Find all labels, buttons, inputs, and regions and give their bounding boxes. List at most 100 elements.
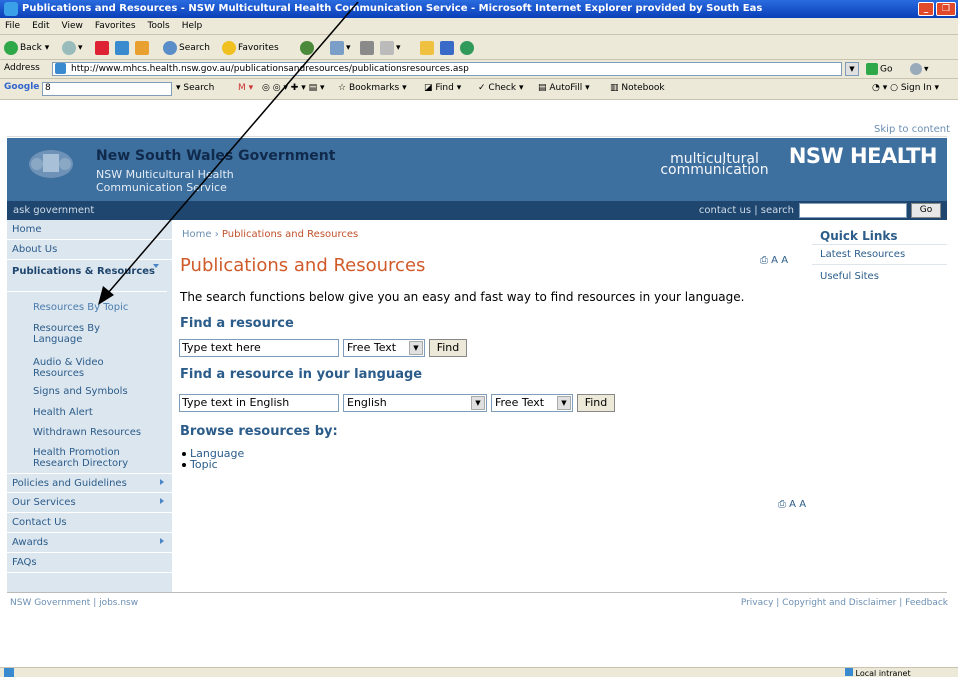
address-dropdown[interactable]: ▼ <box>845 62 859 76</box>
browse-topic-link[interactable]: Topic <box>182 459 244 470</box>
back-button[interactable]: Back ▾ <box>4 40 49 56</box>
nav-about-us[interactable]: About Us <box>7 240 172 260</box>
quick-link-useful[interactable]: Useful Sites <box>820 271 879 282</box>
page-status-icon <box>4 668 14 677</box>
resource-search-input[interactable]: Type text here <box>179 339 339 357</box>
dropdown-arrow-icon: ▼ <box>409 341 423 355</box>
menu-bar: File Edit View Favorites Tools Help <box>0 18 958 35</box>
address-bar: Address http://www.mhcs.health.nsw.gov.a… <box>0 60 958 79</box>
messenger-button[interactable] <box>460 40 476 56</box>
printer-icon <box>360 40 374 55</box>
stop-button[interactable] <box>95 40 111 56</box>
menu-view[interactable]: View <box>62 21 83 31</box>
multicultural-logo: multicultural communication <box>660 151 769 178</box>
media-button[interactable] <box>300 40 316 56</box>
search-button[interactable]: Search <box>163 40 210 56</box>
notebook-button[interactable]: ▥ Notebook <box>610 83 665 93</box>
forward-button[interactable]: ▾ <box>62 40 83 56</box>
top-navigation-bar: ask government contact us | search Go <box>7 201 947 220</box>
nav-health-promotion[interactable]: Health Promotion Research Directory <box>7 447 157 469</box>
nav-contact-us[interactable]: Contact Us <box>7 513 172 533</box>
site-banner: New South Wales Government NSW Multicult… <box>7 138 947 201</box>
folder-button[interactable] <box>420 40 436 56</box>
sign-in-button[interactable]: ◔ ▾ ○ Sign In ▾ <box>872 83 939 93</box>
footer-right-links[interactable]: Privacy | Copyright and Disclaimer | Fee… <box>741 598 948 608</box>
links-button[interactable]: ▾ <box>910 63 929 75</box>
google-toolbar: Google 8 ▾ Search M ▾ ◎ ◎ ▾ ✚ ▾ ▤ ▾ ☆ Bo… <box>0 79 958 100</box>
browse-heading: Browse resources by: <box>180 424 338 439</box>
breadcrumb-home[interactable]: Home <box>182 229 212 240</box>
nav-awards[interactable]: Awards <box>7 533 172 553</box>
language-select[interactable]: English ▼ <box>343 394 487 412</box>
intro-text: The search functions below give you an e… <box>180 290 745 304</box>
back-arrow-icon <box>4 40 18 55</box>
google-search-field[interactable]: 8 <box>42 82 172 96</box>
nav-resources-by-topic[interactable]: Resources By Topic <box>7 302 172 313</box>
skip-to-content-link[interactable]: Skip to content <box>874 124 950 135</box>
nav-signs-symbols[interactable]: Signs and Symbols <box>7 386 172 397</box>
menu-edit[interactable]: Edit <box>32 21 49 31</box>
nav-publications[interactable]: Publications & Resources <box>7 260 167 292</box>
links-icon <box>910 63 922 75</box>
submenu-arrow-icon <box>160 479 164 485</box>
google-search-button[interactable]: ▾ Search <box>176 83 214 93</box>
go-address-button[interactable]: Go <box>866 63 892 75</box>
find-button[interactable]: ◪ Find ▾ <box>424 83 461 93</box>
history-button[interactable]: ▾ <box>330 40 351 56</box>
google-logo: Google <box>4 82 40 92</box>
ask-government-link[interactable]: ask government <box>13 201 94 220</box>
language-type-select[interactable]: Free Text ▼ <box>491 394 573 412</box>
research-button[interactable] <box>440 40 456 56</box>
menu-help[interactable]: Help <box>182 21 203 31</box>
minimize-button[interactable]: _ <box>918 2 934 16</box>
nav-home[interactable]: Home <box>7 220 172 240</box>
refresh-icon <box>115 40 129 55</box>
standard-toolbar: Back ▾ ▾ Search Favorites ▾ ▾ <box>0 35 958 60</box>
nav-audio-video[interactable]: Audio & Video Resources <box>7 357 117 379</box>
autofill-button[interactable]: ▤ AutoFill ▾ <box>538 83 590 93</box>
print-button[interactable] <box>360 40 376 56</box>
menu-tools[interactable]: Tools <box>148 21 170 31</box>
refresh-button[interactable] <box>115 40 131 56</box>
print-text-size-icons[interactable]: ⎙ A A <box>760 255 788 266</box>
nav-our-services[interactable]: Our Services <box>7 493 172 513</box>
window-title: Publications and Resources - NSW Multicu… <box>22 3 763 14</box>
browser-viewport: Skip to content New South Wales Governme… <box>0 100 958 667</box>
find-resource-button[interactable]: Find <box>429 339 467 357</box>
utility-links[interactable]: contact us | search <box>699 201 794 220</box>
nav-faqs[interactable]: FAQs <box>7 553 172 573</box>
print-text-size-icons-bottom[interactable]: ⎙ A A <box>778 499 806 510</box>
home-button[interactable] <box>135 40 151 56</box>
nav-policies[interactable]: Policies and Guidelines <box>7 473 172 493</box>
gmail-icon[interactable]: M ▾ <box>238 83 253 93</box>
stop-icon <box>95 40 109 55</box>
edit-button[interactable]: ▾ <box>380 40 401 56</box>
restore-button[interactable]: ❐ <box>936 2 956 16</box>
menu-favorites[interactable]: Favorites <box>95 21 136 31</box>
favorites-button[interactable]: Favorites <box>222 40 279 56</box>
breadcrumb-separator: › <box>214 229 219 240</box>
folder-icon <box>420 40 434 55</box>
footer-left-links[interactable]: NSW Government | jobs.nsw <box>10 598 138 608</box>
browse-list: Language Topic <box>182 448 244 470</box>
status-bar: Local intranet <box>0 667 958 677</box>
submenu-arrow-icon <box>160 538 164 544</box>
bookmarks-button[interactable]: ☆ Bookmarks ▾ <box>338 83 407 93</box>
nav-withdrawn-resources[interactable]: Withdrawn Resources <box>7 427 172 438</box>
toolbar-icons[interactable]: ◎ ◎ ▾ ✚ ▾ ▤ ▾ <box>262 83 324 93</box>
site-search-go-button[interactable]: Go <box>911 203 941 218</box>
address-input[interactable]: http://www.mhcs.health.nsw.gov.au/public… <box>52 62 842 76</box>
nav-health-alert[interactable]: Health Alert <box>7 407 172 418</box>
site-search-input[interactable] <box>799 203 907 218</box>
page-icon <box>55 63 66 74</box>
find-language-heading: Find a resource in your language <box>180 367 423 382</box>
menu-file[interactable]: File <box>5 21 20 31</box>
find-language-button[interactable]: Find <box>577 394 615 412</box>
nav-resources-by-language[interactable]: Resources By Language <box>7 323 127 345</box>
quick-link-latest[interactable]: Latest Resources <box>820 249 905 260</box>
english-search-input[interactable]: Type text in English <box>179 394 339 412</box>
resource-type-select[interactable]: Free Text ▼ <box>343 339 425 357</box>
government-name[interactable]: New South Wales Government <box>96 148 335 164</box>
service-name: NSW Multicultural Health Communication S… <box>96 168 234 194</box>
check-button[interactable]: ✓ Check ▾ <box>478 83 523 93</box>
